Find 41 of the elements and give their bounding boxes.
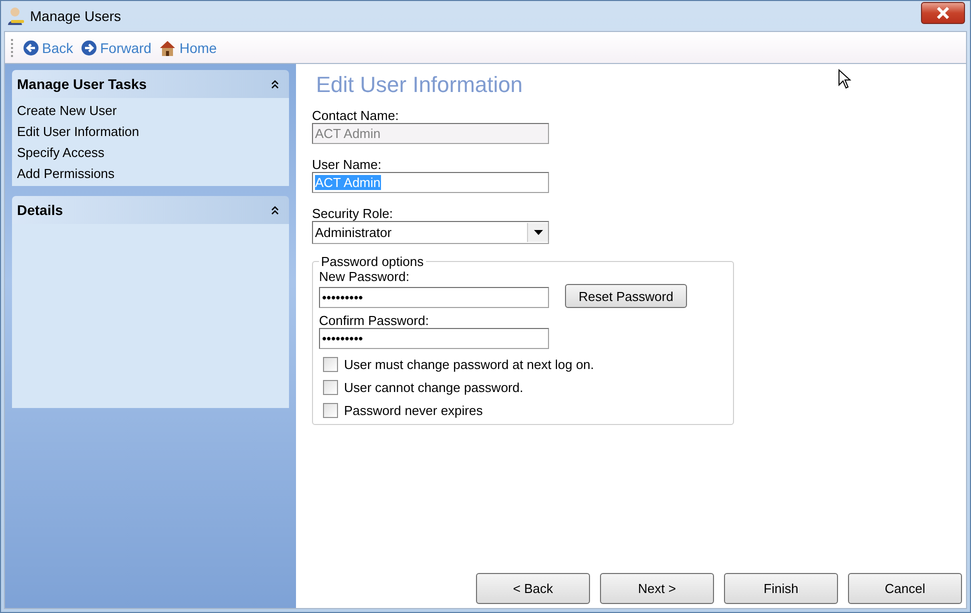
checkbox[interactable]: [323, 357, 338, 372]
panel-title: Details: [17, 202, 63, 218]
back-arrow-icon: [23, 40, 39, 56]
mouse-pointer-icon: [838, 69, 852, 89]
close-icon: [936, 7, 950, 19]
task-link[interactable]: Create New User: [17, 100, 284, 121]
field-label: User Name:: [312, 157, 382, 172]
checkbox[interactable]: [323, 380, 338, 395]
caret-icon: [534, 230, 542, 235]
user-key-icon: [6, 6, 26, 26]
forward-button[interactable]: Forward: [81, 40, 152, 56]
task-link[interactable]: Specify Access: [17, 142, 284, 163]
close-button[interactable]: [921, 2, 965, 24]
checkbox-label: User cannot change password.: [344, 380, 524, 395]
new-password-field[interactable]: •••••••••: [319, 287, 549, 308]
field-label: Security Role:: [312, 206, 394, 221]
house-icon: [159, 40, 176, 56]
wizard-button[interactable]: Next >: [600, 573, 714, 604]
confirm-password-field[interactable]: •••••••••: [319, 328, 549, 349]
field-label: Confirm Password:: [319, 313, 430, 328]
wizard-button[interactable]: Cancel: [848, 573, 962, 604]
checkbox[interactable]: [323, 403, 338, 418]
group-title: Password options: [320, 254, 425, 269]
home-button[interactable]: Home: [159, 40, 217, 56]
wizard-button[interactable]: Finish: [724, 573, 838, 604]
panel-title: Manage User Tasks: [17, 76, 147, 92]
task-link[interactable]: Edit User Information: [17, 121, 284, 142]
collapse-icon[interactable]: [271, 80, 279, 88]
security-role-dropdown[interactable]: Administrator: [312, 221, 549, 244]
field-label: Contact Name:: [312, 108, 400, 123]
collapse-icon[interactable]: [271, 206, 279, 214]
forward-arrow-icon: [81, 40, 98, 56]
window-title: Manage Users: [30, 8, 122, 24]
field-label: New Password:: [319, 269, 410, 284]
task-link[interactable]: Add Permissions: [17, 163, 284, 184]
checkbox-label: User must change password at next log on.: [344, 357, 594, 372]
reset-password-button[interactable]: Reset Password: [565, 284, 687, 308]
page-heading: Edit User Information: [316, 72, 523, 98]
wizard-button[interactable]: < Back: [476, 573, 590, 604]
back-button[interactable]: Back: [23, 40, 74, 56]
checkbox-label: Password never expires: [344, 403, 483, 418]
